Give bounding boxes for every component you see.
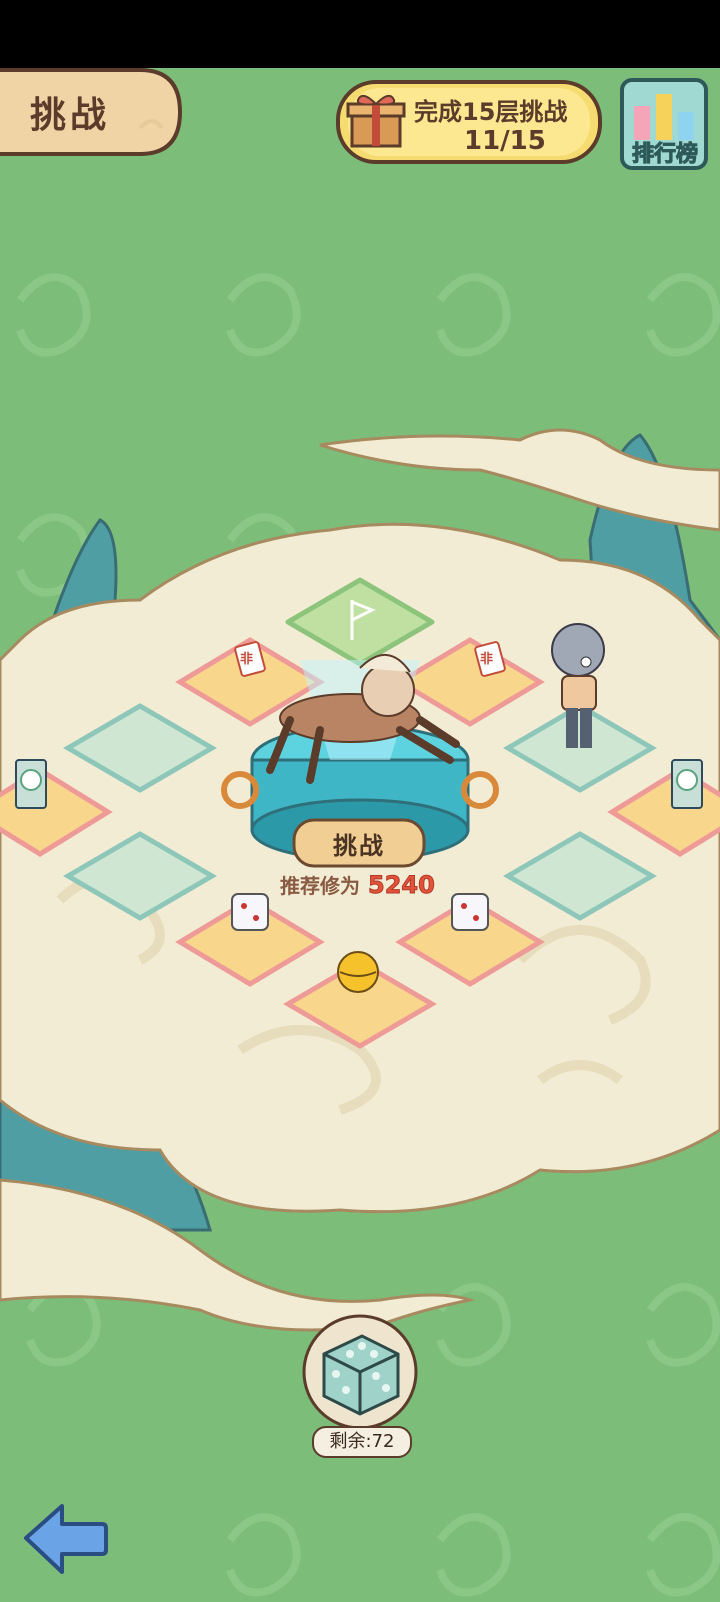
tile-pink[interactable] [607,767,720,857]
page-title: 挑战 [30,95,111,136]
recommend-value: 5240 [368,871,436,900]
card-tile-text: 非 [240,652,254,667]
title-banner: 挑战 [0,68,186,156]
ball-icon [337,951,379,993]
flag-tile[interactable] [285,577,435,667]
challenge-button-label: 挑战 [333,832,385,860]
gift-icon [346,94,406,148]
tile-green[interactable] [63,703,217,793]
back-button[interactable] [22,1500,108,1576]
task-text: 完成15层挑战 [414,98,568,126]
task-progress: 11/15 [464,126,546,156]
recommend-label: 推荐修为 [280,874,360,898]
roll-dice-button[interactable]: 剩余:72 [300,1314,420,1458]
recommended-power: 推荐修为 5240 [280,870,436,900]
tile-pink-right-card[interactable] [395,637,545,727]
leaderboard-button[interactable]: 排行榜 [620,78,708,170]
tile-green[interactable] [63,831,217,921]
tile-green[interactable] [503,831,657,921]
card-tile-text: 非 [480,652,494,667]
back-arrow-icon [24,1504,108,1574]
leaderboard-label: 排行榜 [631,142,698,168]
dice-remaining: 剩余:72 [312,1426,412,1458]
task-progress-pill[interactable]: 完成15层挑战 11/15 [336,80,604,166]
challenge-button[interactable]: 挑战 [292,818,426,868]
dice-icon [302,1314,418,1430]
